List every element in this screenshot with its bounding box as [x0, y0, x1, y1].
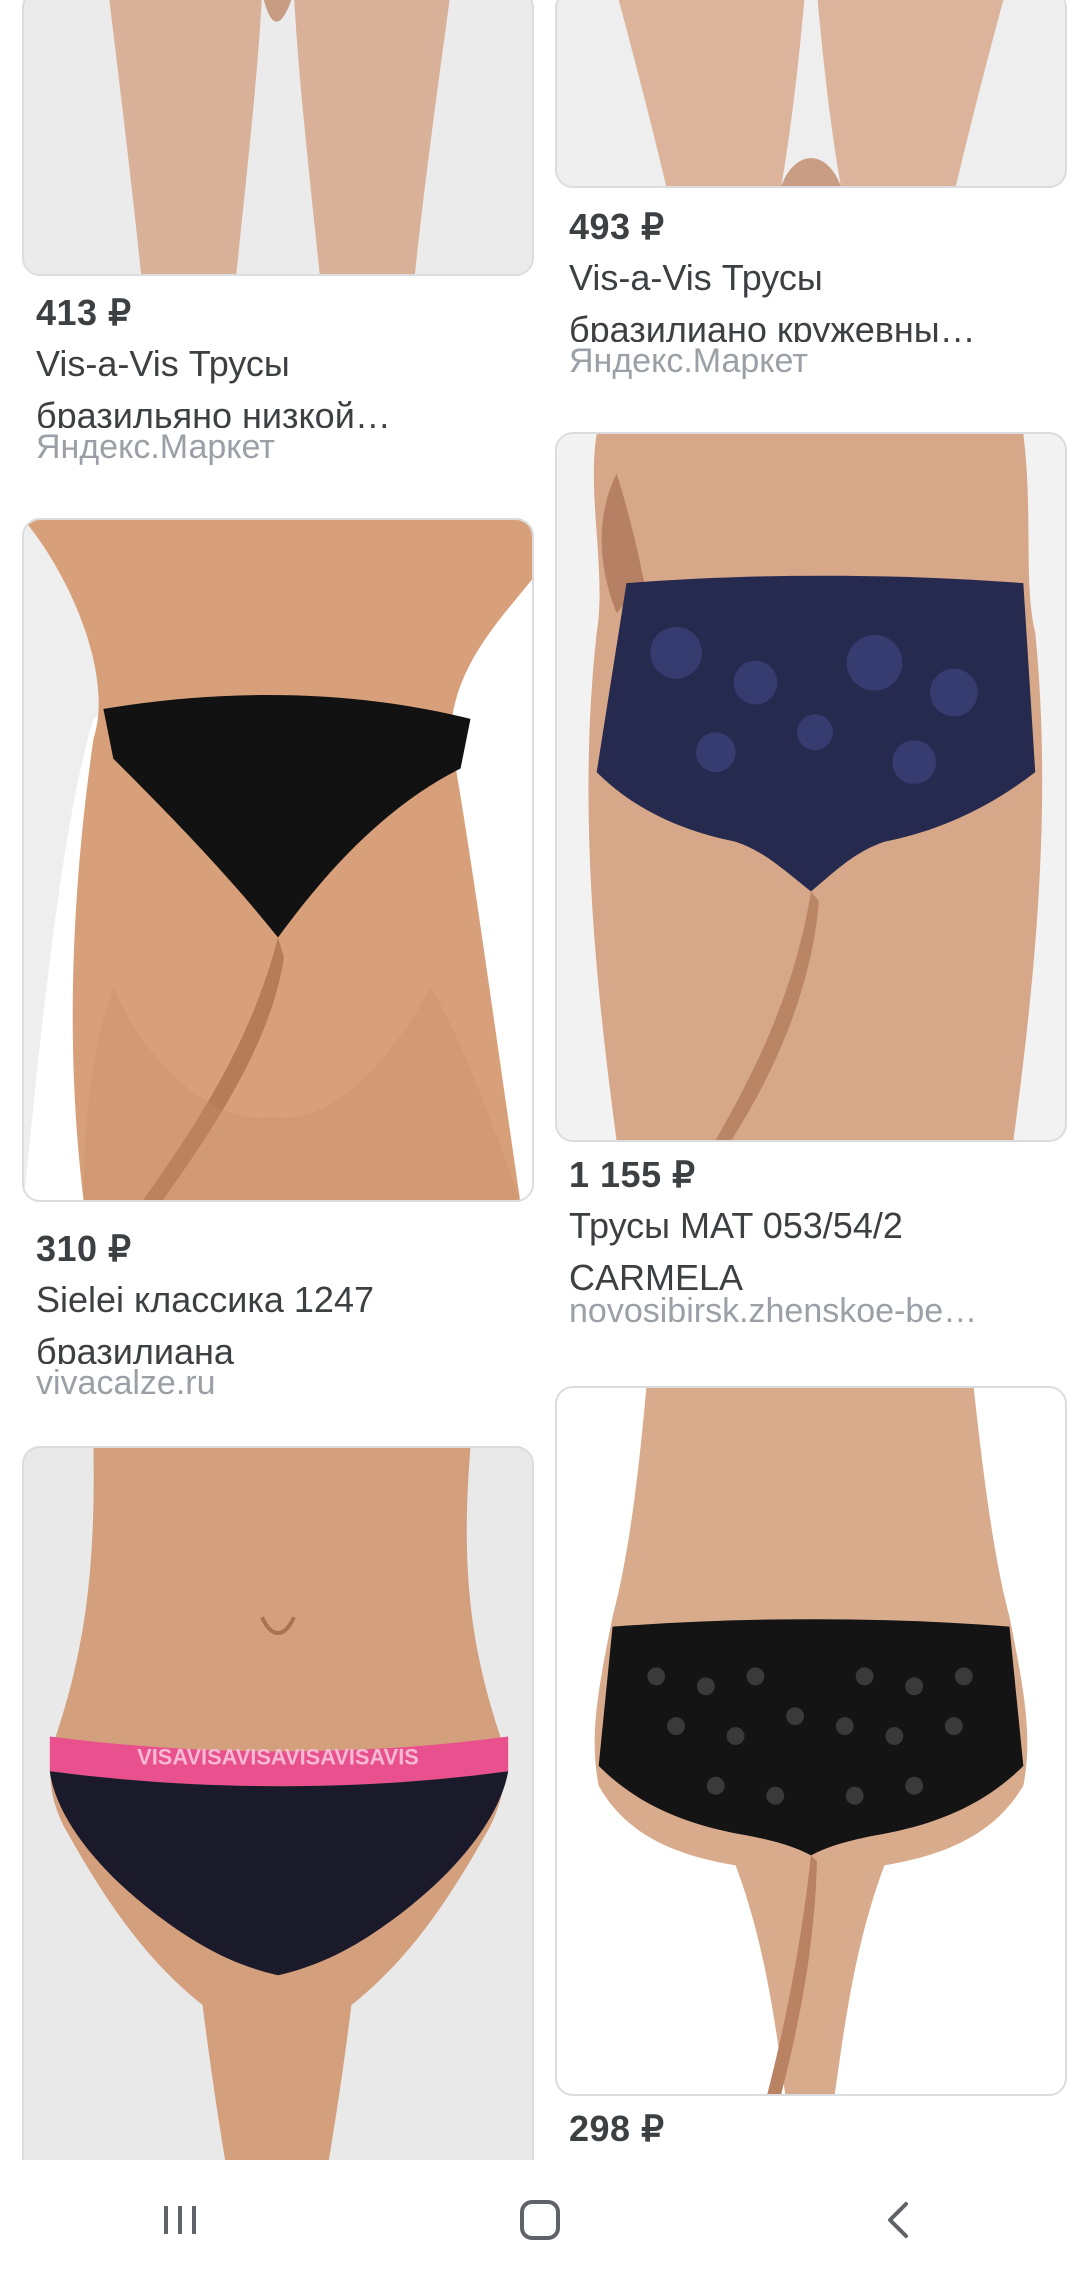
product-image[interactable] — [555, 432, 1067, 1142]
product-price: 1 155 ₽ — [569, 1154, 696, 1195]
product-title-line: Vis-a-Vis Трусы — [36, 343, 290, 384]
home-icon — [520, 2200, 560, 2240]
product-title-line: Sielei классика 1247 — [36, 1279, 374, 1320]
system-navigation-bar — [0, 2160, 1080, 2280]
product-price: 298 ₽ — [569, 2108, 665, 2149]
product-image[interactable] — [22, 518, 534, 1202]
product-image[interactable] — [555, 0, 1067, 188]
product-image[interactable]: VISAVISAVISAVISAVISAVIS — [22, 1446, 534, 2160]
back-icon — [888, 2202, 908, 2238]
product-price: 310 ₽ — [36, 1228, 132, 1269]
image-results-feed: 413 ₽ Vis-a-Vis Трусы бразильяно низкой…… — [0, 0, 1080, 2160]
product-title[interactable]: Sielei классика 1247 бразилиана — [36, 1274, 506, 1378]
product-source: vivacalze.ru — [36, 1364, 516, 1403]
product-title[interactable]: Трусы MAT 053/54/2 CARMELA — [569, 1200, 1039, 1304]
product-source: Яндекс.Маркет — [36, 428, 516, 467]
product-image[interactable] — [22, 0, 534, 276]
product-source: novosibirsk.zhenskoe-be… — [569, 1292, 1049, 1331]
recents-button[interactable] — [120, 2160, 240, 2280]
back-button[interactable] — [840, 2160, 960, 2280]
product-title[interactable]: Vis-a-Vis Трусы бразильяно низкой… — [36, 338, 506, 442]
waistband-logo-text: VISAVISAVISAVISAVISAVIS — [137, 1744, 419, 1769]
product-title-line: Трусы MAT 053/54/2 — [569, 1205, 903, 1246]
product-source: Яндекс.Маркет — [569, 342, 1049, 381]
product-price: 413 ₽ — [36, 292, 132, 333]
product-title[interactable]: Vis-a-Vis Трусы бразилиано кружевны… — [569, 252, 1039, 356]
product-image[interactable] — [555, 1386, 1067, 2096]
product-price: 493 ₽ — [569, 206, 665, 247]
recents-icon — [164, 2206, 196, 2234]
product-title-line: Vis-a-Vis Трусы — [569, 257, 823, 298]
home-button[interactable] — [480, 2160, 600, 2280]
